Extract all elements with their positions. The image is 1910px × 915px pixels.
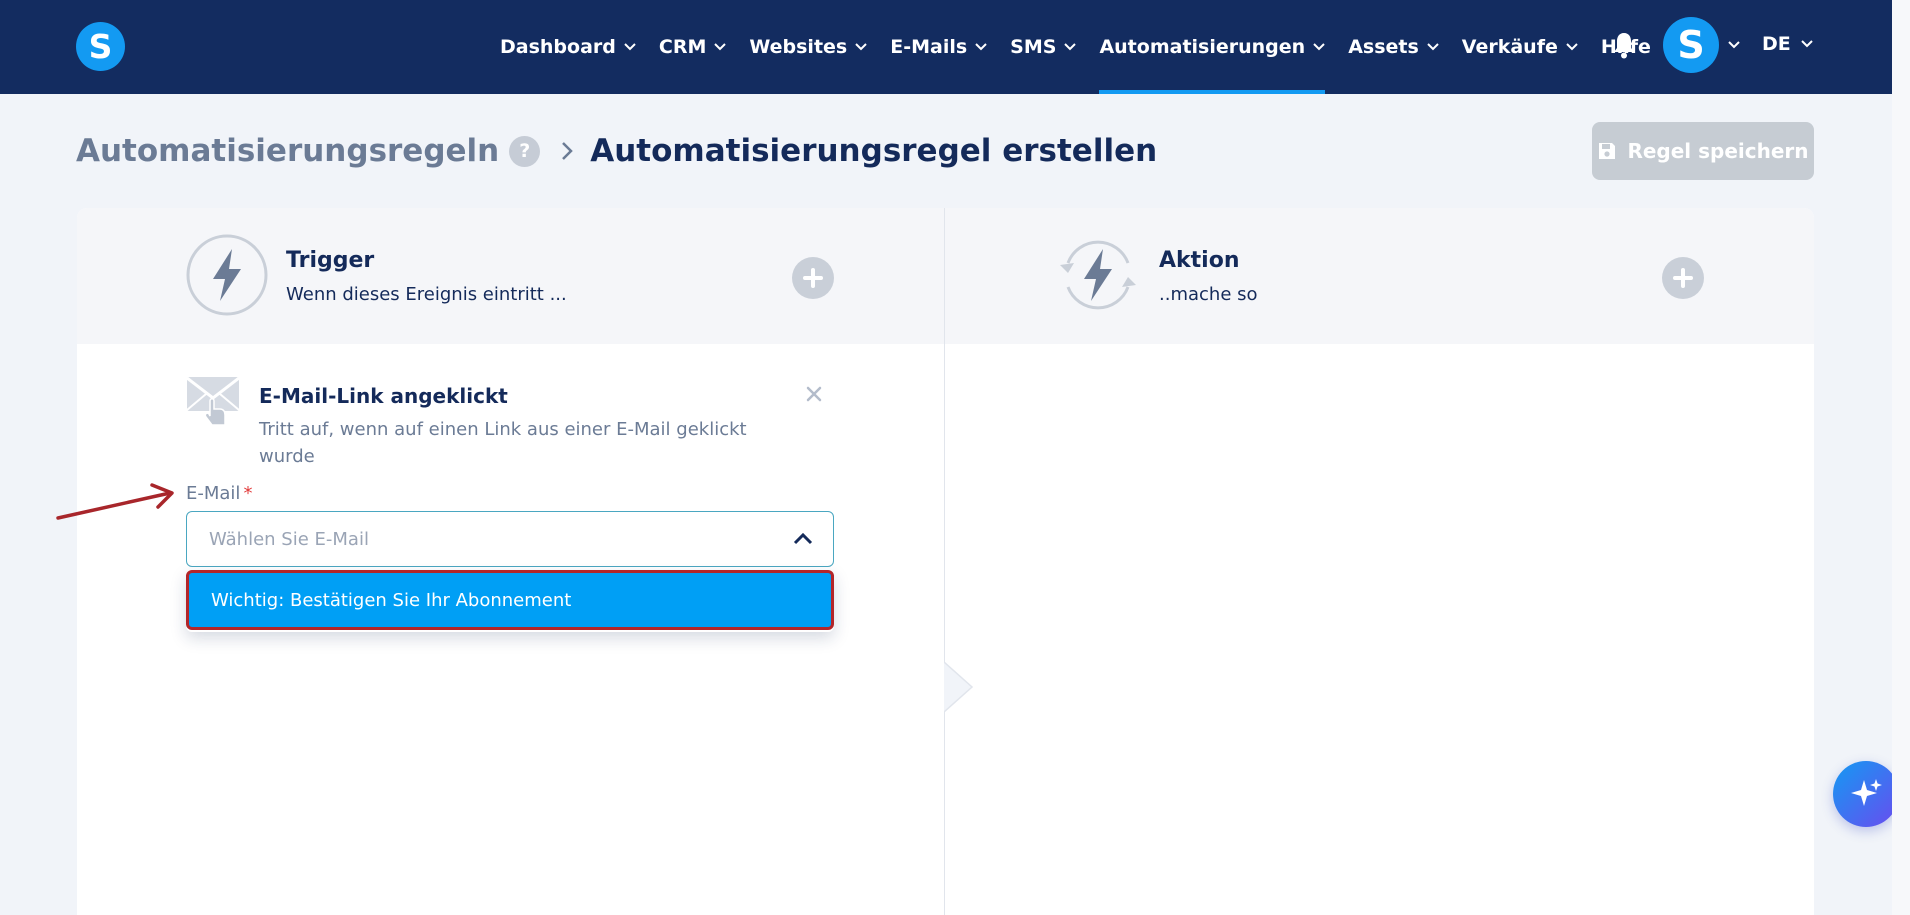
breadcrumb: Automatisierungsregeln ? Automatisierung… — [76, 131, 1157, 171]
nav-item-emails[interactable]: E-Mails — [890, 0, 987, 94]
trigger-panel: Trigger Wenn dieses Ereignis eintritt ..… — [77, 208, 944, 915]
add-action-button[interactable] — [1662, 257, 1704, 299]
chevron-down-icon — [1427, 43, 1439, 51]
trigger-description: Tritt auf, wenn auf einen Link aus einer… — [259, 419, 747, 467]
chevron-right-icon — [562, 142, 574, 160]
save-button-label: Regel speichern — [1627, 139, 1809, 163]
chevron-down-icon — [855, 43, 867, 51]
main-nav: Dashboard CRM Websites E-Mails SMS Autom… — [500, 0, 1674, 94]
trigger-panel-header: Trigger Wenn dieses Ereignis eintritt ..… — [77, 208, 944, 344]
language-label: DE — [1762, 33, 1791, 55]
email-option[interactable]: Wichtig: Bestätigen Sie Ihr Abonnement — [186, 570, 834, 630]
nav-item-label: Dashboard — [500, 36, 616, 58]
chevron-down-icon — [975, 43, 987, 51]
nav-item-label: E-Mails — [890, 36, 968, 58]
lightning-bolt-icon — [186, 234, 268, 316]
action-panel-subtitle: ..mache so — [1159, 284, 1258, 305]
required-marker: * — [243, 483, 253, 504]
action-panel-header: Aktion ..mache so — [945, 208, 1814, 344]
nav-item-label: Websites — [749, 36, 848, 58]
nav-item-automatisierungen[interactable]: Automatisierungen — [1099, 0, 1325, 94]
ai-assistant-button[interactable] — [1833, 761, 1899, 827]
trigger-panel-title: Trigger — [286, 248, 375, 273]
email-dropdown-menu: Wichtig: Bestätigen Sie Ihr Abonnement — [186, 570, 834, 632]
top-navbar: S Dashboard CRM Websites E-Mails SMS Aut… — [0, 0, 1892, 94]
language-selector[interactable]: DE — [1762, 33, 1813, 55]
action-panel-title: Aktion — [1159, 248, 1240, 273]
user-avatar[interactable]: S — [1663, 17, 1719, 73]
chevron-down-icon — [1313, 43, 1325, 51]
chevron-down-icon[interactable] — [1728, 41, 1740, 49]
nav-item-label: SMS — [1010, 36, 1057, 58]
close-icon[interactable] — [805, 385, 823, 403]
chevron-down-icon — [1801, 40, 1813, 48]
chevron-down-icon — [1064, 43, 1077, 51]
chevron-up-icon[interactable] — [793, 532, 813, 545]
email-select[interactable]: Wählen Sie E-Mail — [186, 511, 834, 567]
trigger-panel-subtitle: Wenn dieses Ereignis eintritt ... — [286, 284, 567, 305]
add-trigger-button[interactable] — [792, 257, 834, 299]
nav-item-verkaeufe[interactable]: Verkäufe — [1462, 0, 1578, 94]
sparkle-icon — [1851, 779, 1882, 806]
email-select-placeholder: Wählen Sie E-Mail — [209, 528, 369, 550]
help-icon[interactable]: ? — [509, 135, 541, 167]
breadcrumb-parent-link[interactable]: Automatisierungsregeln — [76, 133, 499, 169]
chevron-down-icon — [714, 43, 727, 51]
annotation-arrow-icon — [56, 483, 174, 520]
bell-icon[interactable] — [1612, 31, 1636, 59]
floppy-disk-icon — [1599, 143, 1616, 159]
lightning-bolt-cycle-icon — [1060, 240, 1136, 310]
nav-item-label: CRM — [658, 36, 707, 58]
action-panel: Aktion ..mache so — [945, 208, 1814, 915]
nav-item-label: Automatisierungen — [1099, 36, 1306, 58]
nav-item-crm[interactable]: CRM — [658, 0, 727, 94]
nav-item-sms[interactable]: SMS — [1010, 0, 1077, 94]
nav-item-websites[interactable]: Websites — [749, 0, 867, 94]
email-label-text: E-Mail — [186, 483, 241, 504]
app-logo[interactable]: S — [76, 22, 125, 71]
page-scrollbar[interactable] — [1892, 0, 1910, 915]
save-rule-button[interactable]: Regel speichern — [1592, 122, 1814, 180]
flow-connector-notch — [944, 662, 974, 712]
email-click-icon — [186, 376, 240, 426]
email-field-label: E-Mail * — [186, 483, 252, 504]
nav-item-assets[interactable]: Assets — [1348, 0, 1439, 94]
nav-item-label: Verkäufe — [1461, 36, 1558, 58]
chevron-down-icon — [1566, 43, 1578, 51]
chevron-down-icon — [624, 43, 636, 51]
nav-item-label: Assets — [1348, 36, 1419, 58]
nav-item-dashboard[interactable]: Dashboard — [500, 0, 636, 94]
trigger-title: E-Mail-Link angeklickt — [259, 384, 508, 408]
page-title: Automatisierungsregel erstellen — [590, 133, 1158, 169]
email-option-label: Wichtig: Bestätigen Sie Ihr Abonnement — [211, 589, 572, 611]
